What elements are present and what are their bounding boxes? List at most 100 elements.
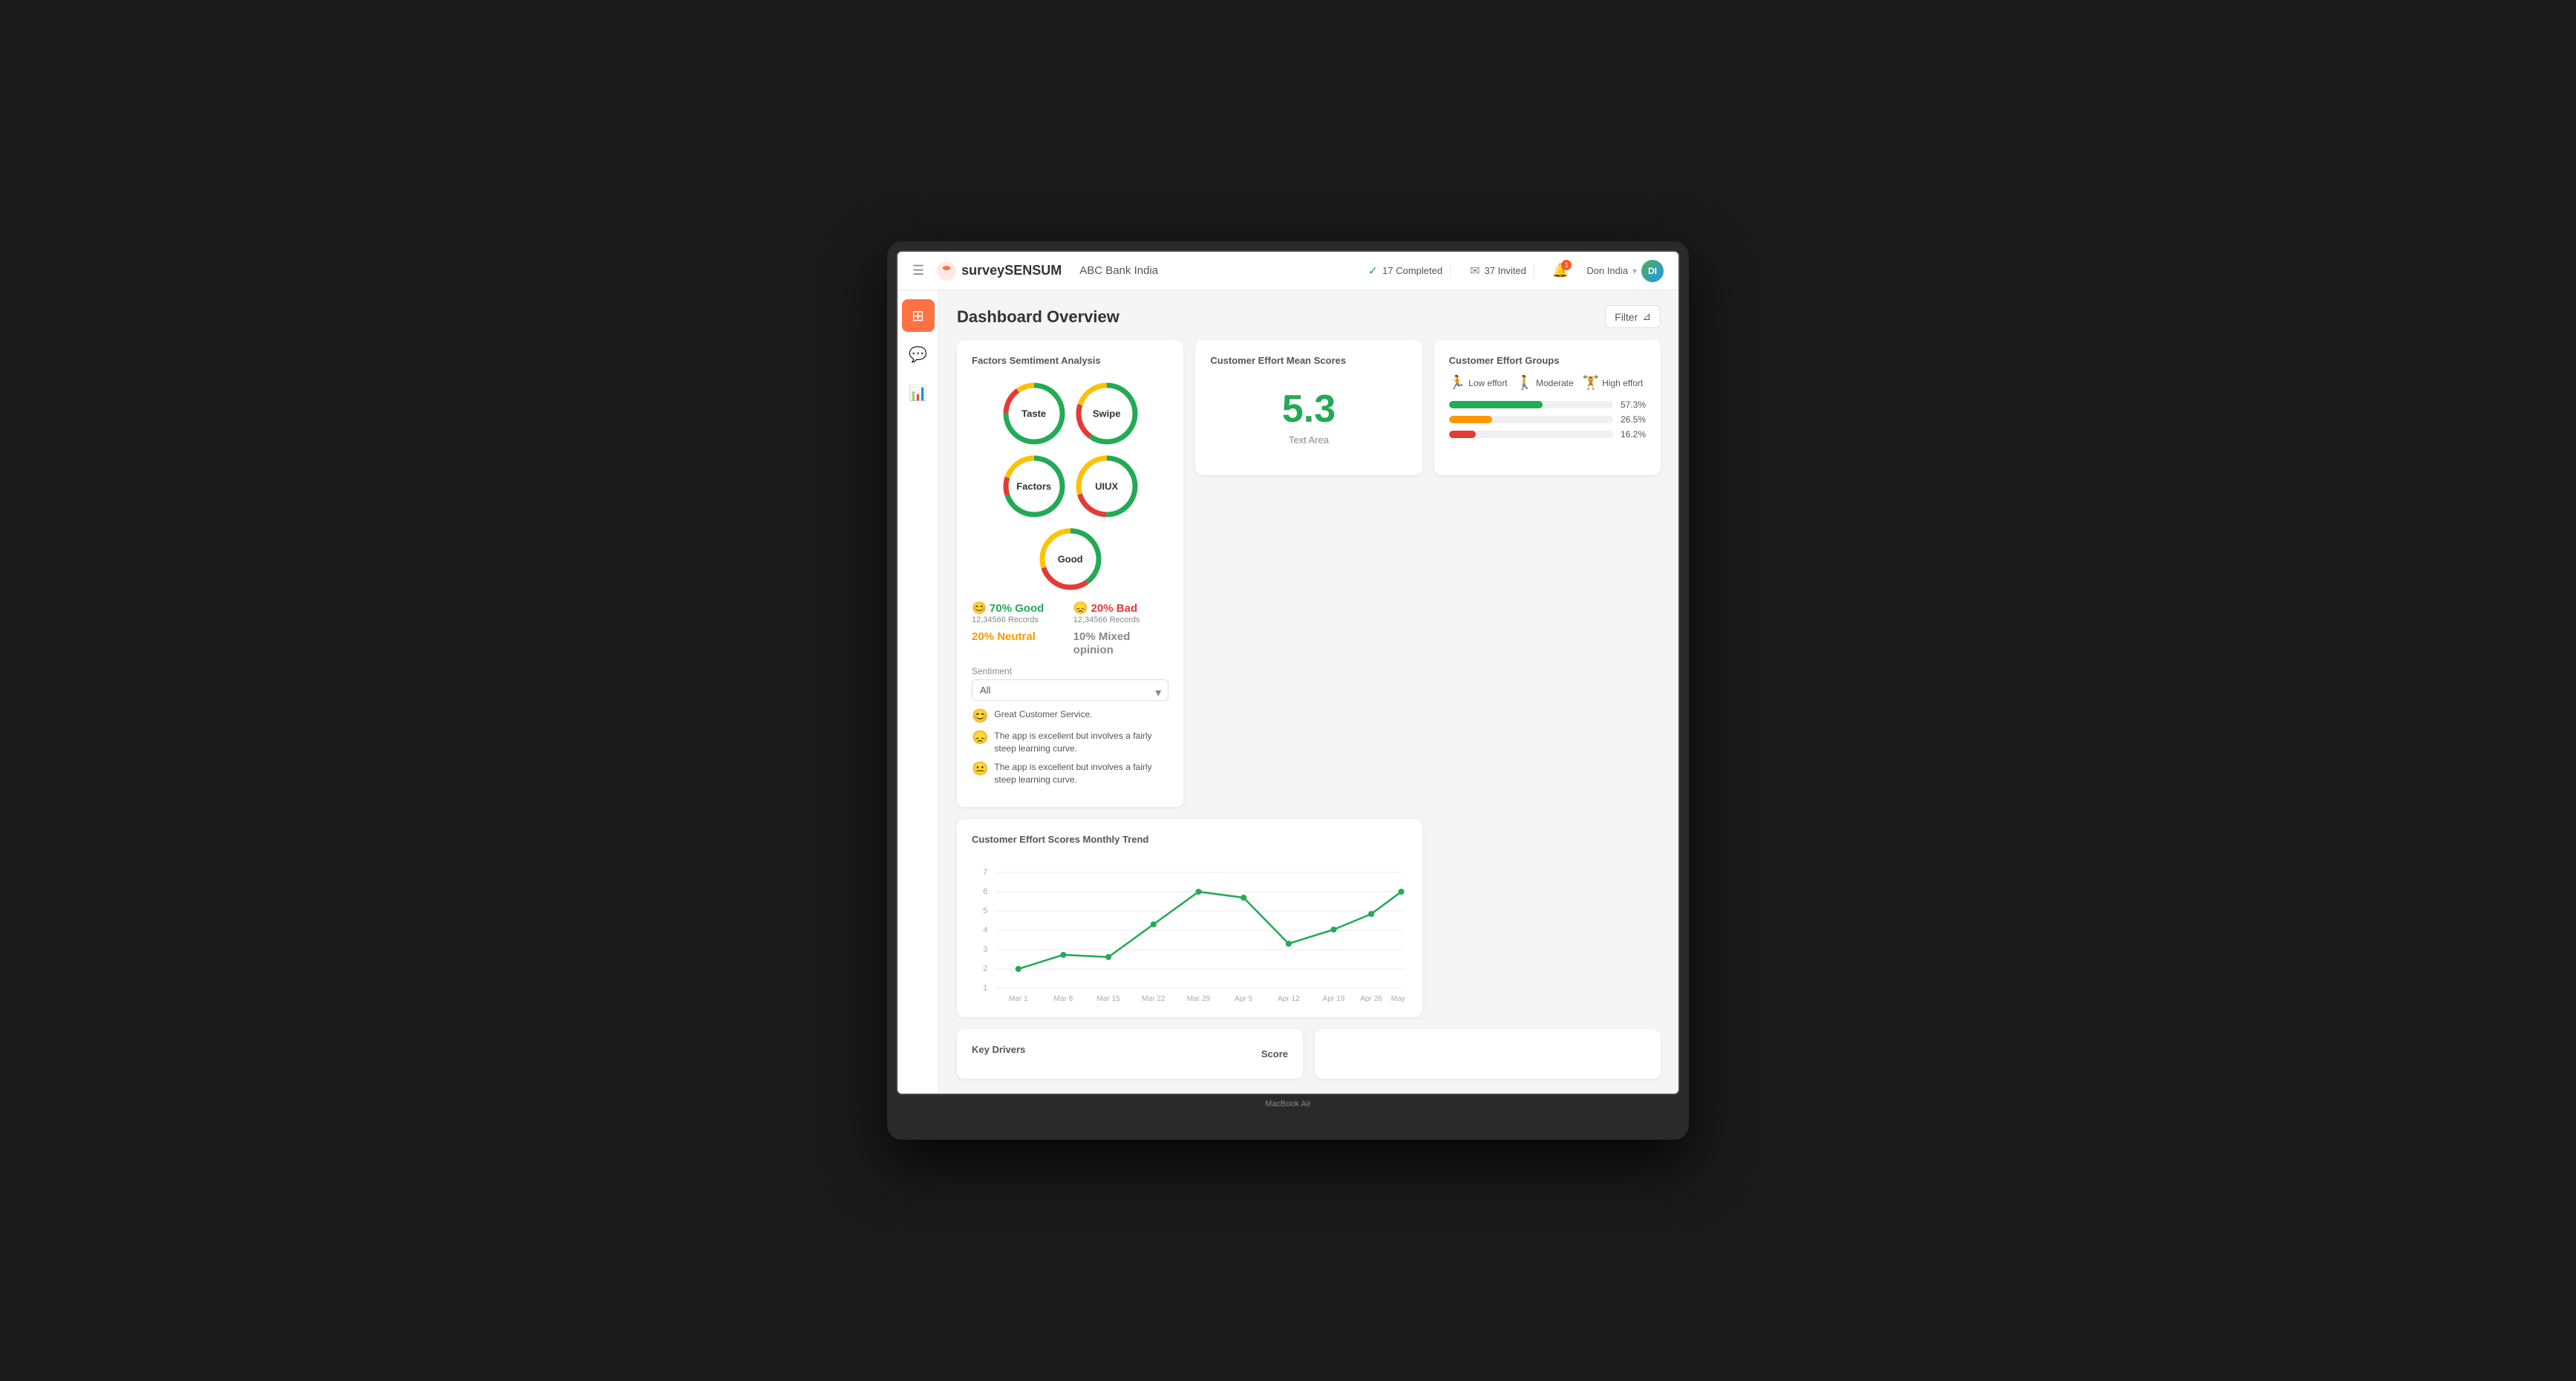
key-drivers-header: Key Drivers Score: [972, 1044, 1288, 1064]
invited-label: 37 Invited: [1485, 265, 1526, 276]
trend-card: Customer Effort Scores Monthly Trend 7 6…: [957, 819, 1422, 1017]
sidebar-item-reports[interactable]: 📊: [902, 376, 935, 409]
svg-text:Mar 22: Mar 22: [1142, 995, 1166, 1002]
moderate-icon: 🚶: [1517, 375, 1533, 391]
notification-bell[interactable]: 🔔 1: [1552, 263, 1569, 278]
company-name: ABC Bank India: [1079, 264, 1158, 277]
comment-1: 😊 Great Customer Service.: [972, 708, 1168, 724]
top-navigation: ☰ surveySENSUM ABC Bank India ✓ 17 Compl…: [898, 252, 1678, 290]
logo-icon: [936, 261, 957, 281]
stat-good: 😊 70% Good 12,34566 Records: [972, 601, 1068, 624]
svg-text:May 2: May 2: [1391, 995, 1408, 1002]
dot-3: [1151, 921, 1157, 927]
dot-4: [1195, 889, 1201, 895]
effort-high: 🏋 High effort: [1583, 375, 1644, 391]
sentiment-select[interactable]: All: [972, 679, 1168, 701]
bar-fill-red: [1449, 431, 1476, 438]
sidebar-item-dashboard[interactable]: ⊞: [902, 299, 935, 332]
avatar: DI: [1641, 260, 1664, 282]
bar-track-orange: [1449, 416, 1613, 423]
filter-label: Filter: [1615, 311, 1638, 323]
logo: surveySENSUM: [936, 261, 1062, 281]
factor-uiux[interactable]: UIUX: [1074, 454, 1140, 519]
mean-score-title: Customer Effort Mean Scores: [1210, 355, 1407, 366]
bell-badge: 1: [1561, 260, 1572, 270]
sentiment-analysis-card: Factors Semtiment Analysis: [957, 340, 1183, 806]
dot-0: [1016, 966, 1021, 972]
factor-taste[interactable]: Taste: [1001, 381, 1067, 446]
high-icon: 🏋: [1583, 375, 1599, 391]
svg-text:5: 5: [983, 907, 987, 915]
sentiment-select-group: Sentiment All ▾: [972, 666, 1168, 708]
bar-label-orange: 26.5%: [1619, 414, 1646, 425]
effort-groups-card: Customer Effort Groups 🏃 Low effort 🚶 Mo…: [1434, 340, 1661, 475]
dot-1: [1060, 952, 1066, 958]
envelope-icon: ✉: [1470, 264, 1480, 278]
mean-score-card: Customer Effort Mean Scores 5.3 Text Are…: [1195, 340, 1422, 475]
sentiment-title: Factors Semtiment Analysis: [972, 355, 1168, 366]
comment-3-text: The app is excellent but involves a fair…: [994, 761, 1168, 786]
mixed-pct: 10% Mixed opinion: [1073, 630, 1131, 656]
bar-label-green: 57.3%: [1619, 399, 1646, 410]
svg-text:Mar 15: Mar 15: [1096, 995, 1120, 1002]
factor-circles: Taste Swipe: [972, 375, 1168, 601]
dot-7: [1330, 927, 1336, 933]
comment-3: 😐 The app is excellent but involves a fa…: [972, 761, 1168, 786]
factor-factors[interactable]: Factors: [1001, 454, 1067, 519]
good-label: Good: [1058, 554, 1083, 565]
comment-2-text: The app is excellent but involves a fair…: [994, 730, 1168, 755]
svg-text:6: 6: [983, 887, 987, 896]
bad-pct: 20% Bad: [1091, 602, 1138, 615]
bar-fill-green: [1449, 401, 1543, 408]
sidebar-item-messages[interactable]: 💬: [902, 338, 935, 370]
swipe-label: Swipe: [1093, 408, 1121, 419]
svg-text:Mar 29: Mar 29: [1187, 995, 1211, 1002]
dot-5: [1240, 895, 1246, 901]
hamburger-menu[interactable]: ☰: [912, 263, 924, 278]
invited-stat: ✉ 37 Invited: [1462, 264, 1534, 278]
svg-text:Apr 12: Apr 12: [1278, 995, 1300, 1002]
factor-swipe[interactable]: Swipe: [1074, 381, 1140, 446]
effort-bars: 57.3% 26.5%: [1449, 399, 1646, 440]
good-pct: 70% Good: [990, 602, 1044, 615]
key-drivers-card: Key Drivers Score: [957, 1029, 1303, 1079]
bar-row-orange: 26.5%: [1449, 414, 1646, 425]
uiux-label: UIUX: [1095, 481, 1118, 492]
logo-text: surveySENSUM: [961, 263, 1062, 278]
comment-2-emoji: 😞: [972, 730, 988, 745]
trend-svg: 7 6 5 4 3 2 1: [972, 854, 1408, 1002]
svg-text:2: 2: [983, 964, 987, 973]
stat-mixed: 10% Mixed opinion: [1073, 630, 1169, 657]
bar-row-green: 57.3%: [1449, 399, 1646, 410]
moderate-label: Moderate: [1536, 378, 1574, 388]
bottom-row: Key Drivers Score: [957, 1029, 1661, 1079]
sidebar: ⊞ 💬 📊: [898, 290, 939, 1093]
macbook-label: MacBook Air: [896, 1095, 1680, 1110]
dot-8: [1368, 911, 1374, 917]
good-records: 12,34566 Records: [972, 616, 1068, 624]
dot-2: [1105, 954, 1111, 960]
bar-label-red: 16.2%: [1619, 429, 1646, 440]
sentiment-stats: 😊 70% Good 12,34566 Records 😞 20% Bad: [972, 601, 1168, 657]
filter-button[interactable]: Filter ⊿: [1605, 305, 1661, 328]
user-menu[interactable]: Don India ▾ DI: [1586, 260, 1664, 282]
comment-1-text: Great Customer Service.: [994, 708, 1092, 721]
factor-good[interactable]: Good: [1038, 526, 1103, 592]
low-effort-icon: 🏃: [1449, 375, 1465, 391]
svg-text:7: 7: [983, 868, 987, 877]
effort-legend: 🏃 Low effort 🚶 Moderate 🏋 High effort: [1449, 375, 1646, 391]
low-effort-label: Low effort: [1468, 378, 1507, 388]
effort-groups-title: Customer Effort Groups: [1449, 355, 1646, 366]
completed-label: 17 Completed: [1382, 265, 1442, 276]
page-title: Dashboard Overview: [957, 307, 1119, 327]
stat-neutral: 20% Neutral: [972, 630, 1068, 657]
bad-records: 12,34566 Records: [1073, 616, 1169, 624]
svg-text:Mar 8: Mar 8: [1053, 995, 1073, 1002]
comment-2: 😞 The app is excellent but involves a fa…: [972, 730, 1168, 755]
key-drivers-title: Key Drivers: [972, 1044, 1025, 1055]
stat-bad: 😞 20% Bad 12,34566 Records: [1073, 601, 1169, 624]
bar-track-green: [1449, 401, 1613, 408]
page-header: Dashboard Overview Filter ⊿: [957, 305, 1661, 328]
user-name: Don India: [1586, 265, 1628, 276]
comment-1-emoji: 😊: [972, 708, 988, 724]
